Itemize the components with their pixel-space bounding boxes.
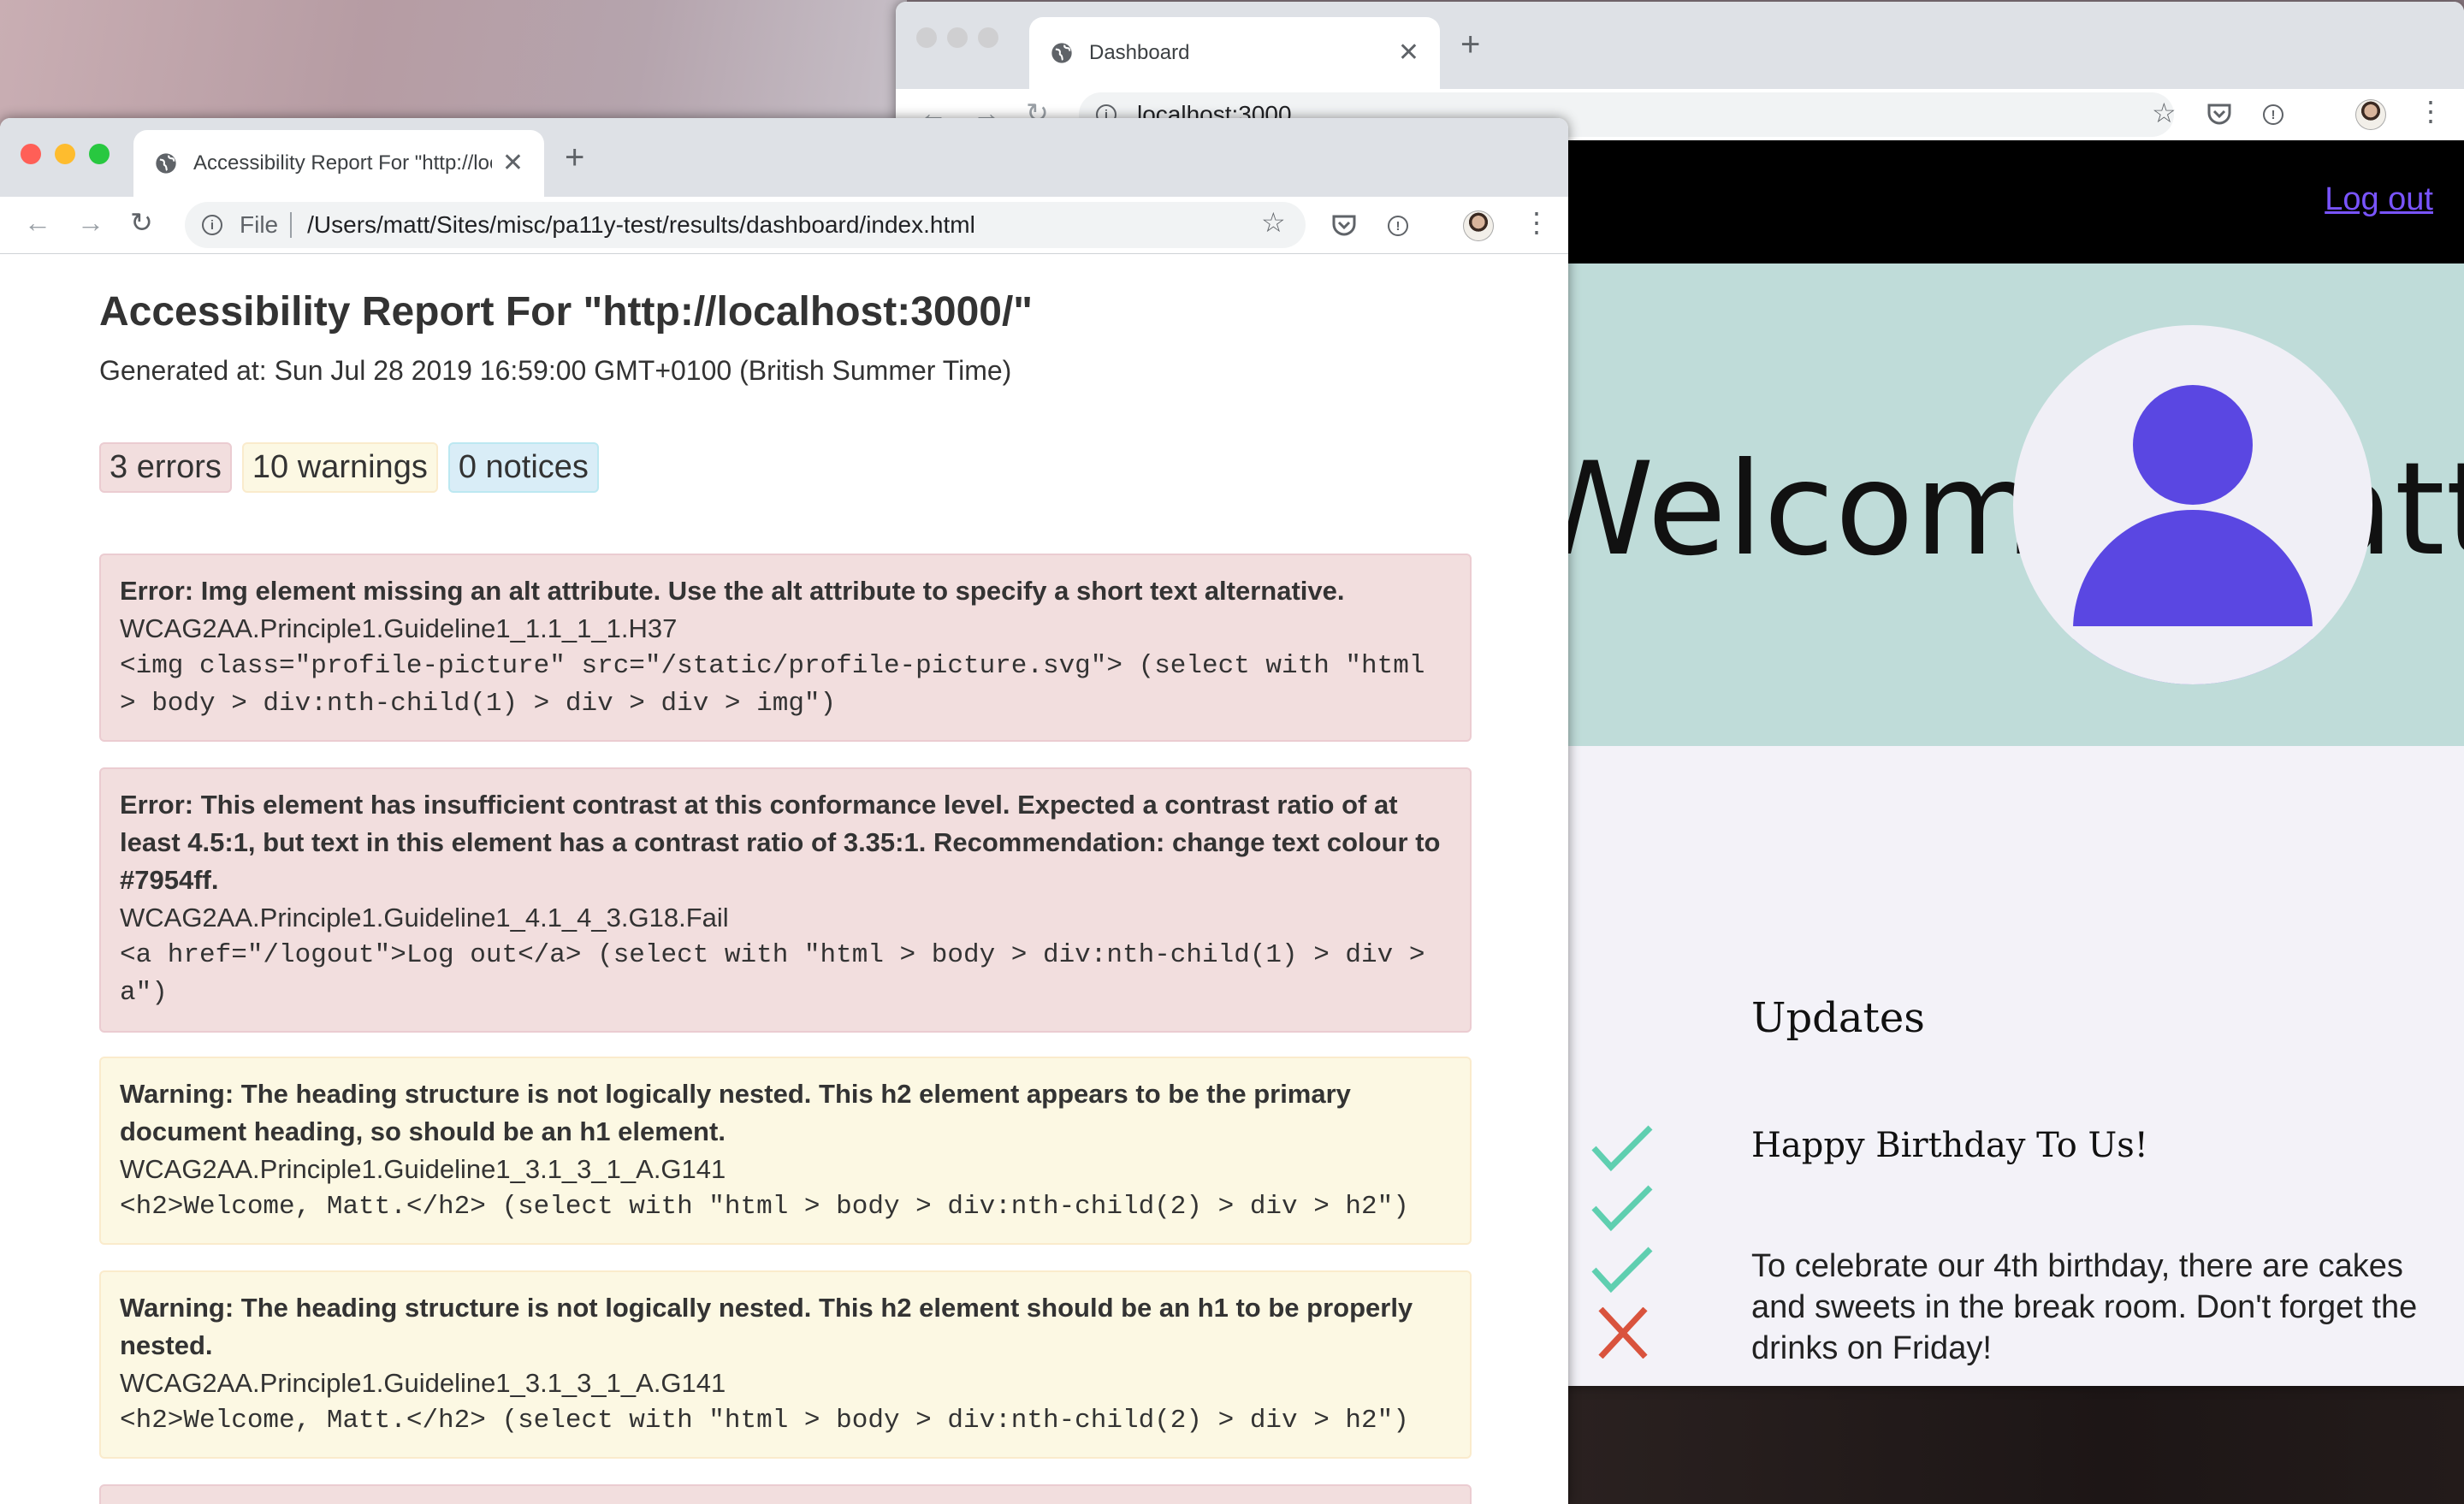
- back-arrow-icon[interactable]: ←: [24, 209, 51, 236]
- address-bar[interactable]: i File /Users/matt/Sites/misc/pa11y-test…: [185, 202, 1306, 248]
- issue-message: Warning: The heading structure is not lo…: [120, 1079, 1351, 1146]
- close-window-button[interactable]: [916, 27, 937, 48]
- issue-context: <h2>Welcome, Matt.</h2> (select with "ht…: [120, 1406, 1409, 1436]
- cross-icon: [1598, 1307, 1648, 1359]
- page-title: Accessibility Report For "http://localho…: [99, 289, 1034, 335]
- report-browser-window: Accessibility Report For "http://localho…: [0, 118, 1568, 1504]
- plus-icon[interactable]: +: [1460, 27, 1480, 62]
- tab-strip: Dashboard ✕ +: [896, 2, 2464, 89]
- issue-item: Warning: The heading structure is not lo…: [99, 1270, 1472, 1459]
- profile-avatar[interactable]: [1463, 210, 1494, 241]
- desktop-wallpaper: [0, 0, 907, 137]
- issue-code: WCAG2AA.Principle1.Guideline1_1.1_1_1.H3…: [120, 613, 678, 643]
- close-icon[interactable]: ✕: [1398, 40, 1419, 66]
- menu-dots-icon[interactable]: ⋮: [1523, 209, 1550, 236]
- update-heading: Happy Birthday To Us!: [1751, 1126, 2148, 1165]
- tab-accessibility-report[interactable]: Accessibility Report For "http://localho…: [133, 130, 544, 197]
- avatar-head: [2133, 385, 2253, 505]
- check-icon: [1591, 1125, 1653, 1172]
- globe-icon: [156, 153, 176, 174]
- issue-code: WCAG2AA.Principle1.Guideline1_3.1_3_1_A.…: [120, 1368, 726, 1398]
- issue-context: <a href="/logout">Log out</a> (select wi…: [120, 940, 1442, 1008]
- check-icon: [1591, 1246, 1653, 1294]
- logout-link[interactable]: Log out: [2325, 181, 2433, 218]
- star-icon[interactable]: ☆: [2152, 99, 2177, 127]
- updates-title: Updates: [1751, 994, 1925, 1042]
- issue-counts: 3 errors 10 warnings 0 notices: [99, 442, 599, 493]
- generated-timestamp: Generated at: Sun Jul 28 2019 16:59:00 G…: [99, 355, 1012, 386]
- profile-picture: [2013, 325, 2372, 684]
- zoom-window-button[interactable]: [978, 27, 998, 48]
- forward-arrow-icon[interactable]: →: [77, 209, 104, 236]
- info-icon[interactable]: i: [202, 215, 222, 235]
- password-manager-icon[interactable]: !: [1388, 216, 1408, 236]
- tab-title: Accessibility Report For "http://localho…: [193, 151, 492, 175]
- issue-message: Error: This element has insufficient con…: [120, 790, 1441, 895]
- url-scheme: File: [240, 211, 279, 238]
- reload-icon[interactable]: ↻: [130, 209, 153, 236]
- password-manager-icon[interactable]: !: [2263, 104, 2283, 125]
- issue-item: Error: Img element missing an alt attrib…: [99, 554, 1472, 742]
- profile-avatar[interactable]: [2355, 99, 2386, 130]
- issue-item-partial: [99, 1484, 1472, 1504]
- check-icon: [1591, 1185, 1653, 1232]
- tab-title: Dashboard: [1089, 41, 1190, 64]
- pocket-icon[interactable]: [2206, 103, 2232, 127]
- menu-dots-icon[interactable]: ⋮: [2417, 98, 2444, 125]
- desktop-wallpaper-bottom: [1569, 1386, 2464, 1504]
- plus-icon[interactable]: +: [565, 140, 584, 175]
- star-icon[interactable]: ☆: [1261, 209, 1286, 236]
- url-text: /Users/matt/Sites/misc/pa11y-test/result…: [307, 211, 975, 238]
- issue-message: Warning: The heading structure is not lo…: [120, 1293, 1413, 1360]
- minimize-window-button[interactable]: [947, 27, 968, 48]
- zoom-window-button[interactable]: [89, 144, 110, 164]
- globe-icon: [1051, 43, 1072, 63]
- pocket-icon[interactable]: [1331, 214, 1357, 238]
- tab-dashboard[interactable]: Dashboard ✕: [1029, 17, 1440, 89]
- issue-code: WCAG2AA.Principle1.Guideline1_3.1_3_1_A.…: [120, 1154, 726, 1184]
- tab-strip: Accessibility Report For "http://localho…: [0, 118, 1568, 197]
- issue-context: <h2>Welcome, Matt.</h2> (select with "ht…: [120, 1192, 1409, 1222]
- issue-message: Error: Img element missing an alt attrib…: [120, 576, 1345, 606]
- url-divider: [290, 212, 293, 238]
- close-window-button[interactable]: [21, 144, 41, 164]
- report-page: Accessibility Report For "http://localho…: [0, 254, 1568, 1504]
- error-count-badge: 3 errors: [99, 442, 232, 493]
- notice-count-badge: 0 notices: [447, 442, 599, 493]
- issue-item: Warning: The heading structure is not lo…: [99, 1057, 1472, 1245]
- update-body: To celebrate our 4th birthday, there are…: [1751, 1248, 2418, 1366]
- minimize-window-button[interactable]: [55, 144, 75, 164]
- close-icon[interactable]: ✕: [502, 151, 524, 176]
- warning-count-badge: 10 warnings: [241, 442, 438, 493]
- issue-item: Error: This element has insufficient con…: [99, 767, 1472, 1033]
- issue-context: <img class="profile-picture" src="/stati…: [120, 651, 1442, 719]
- browser-toolbar: ← → ↻ i File /Users/matt/Sites/misc/pa11…: [0, 197, 1568, 254]
- issue-code: WCAG2AA.Principle1.Guideline1_4.1_4_3.G1…: [120, 903, 729, 933]
